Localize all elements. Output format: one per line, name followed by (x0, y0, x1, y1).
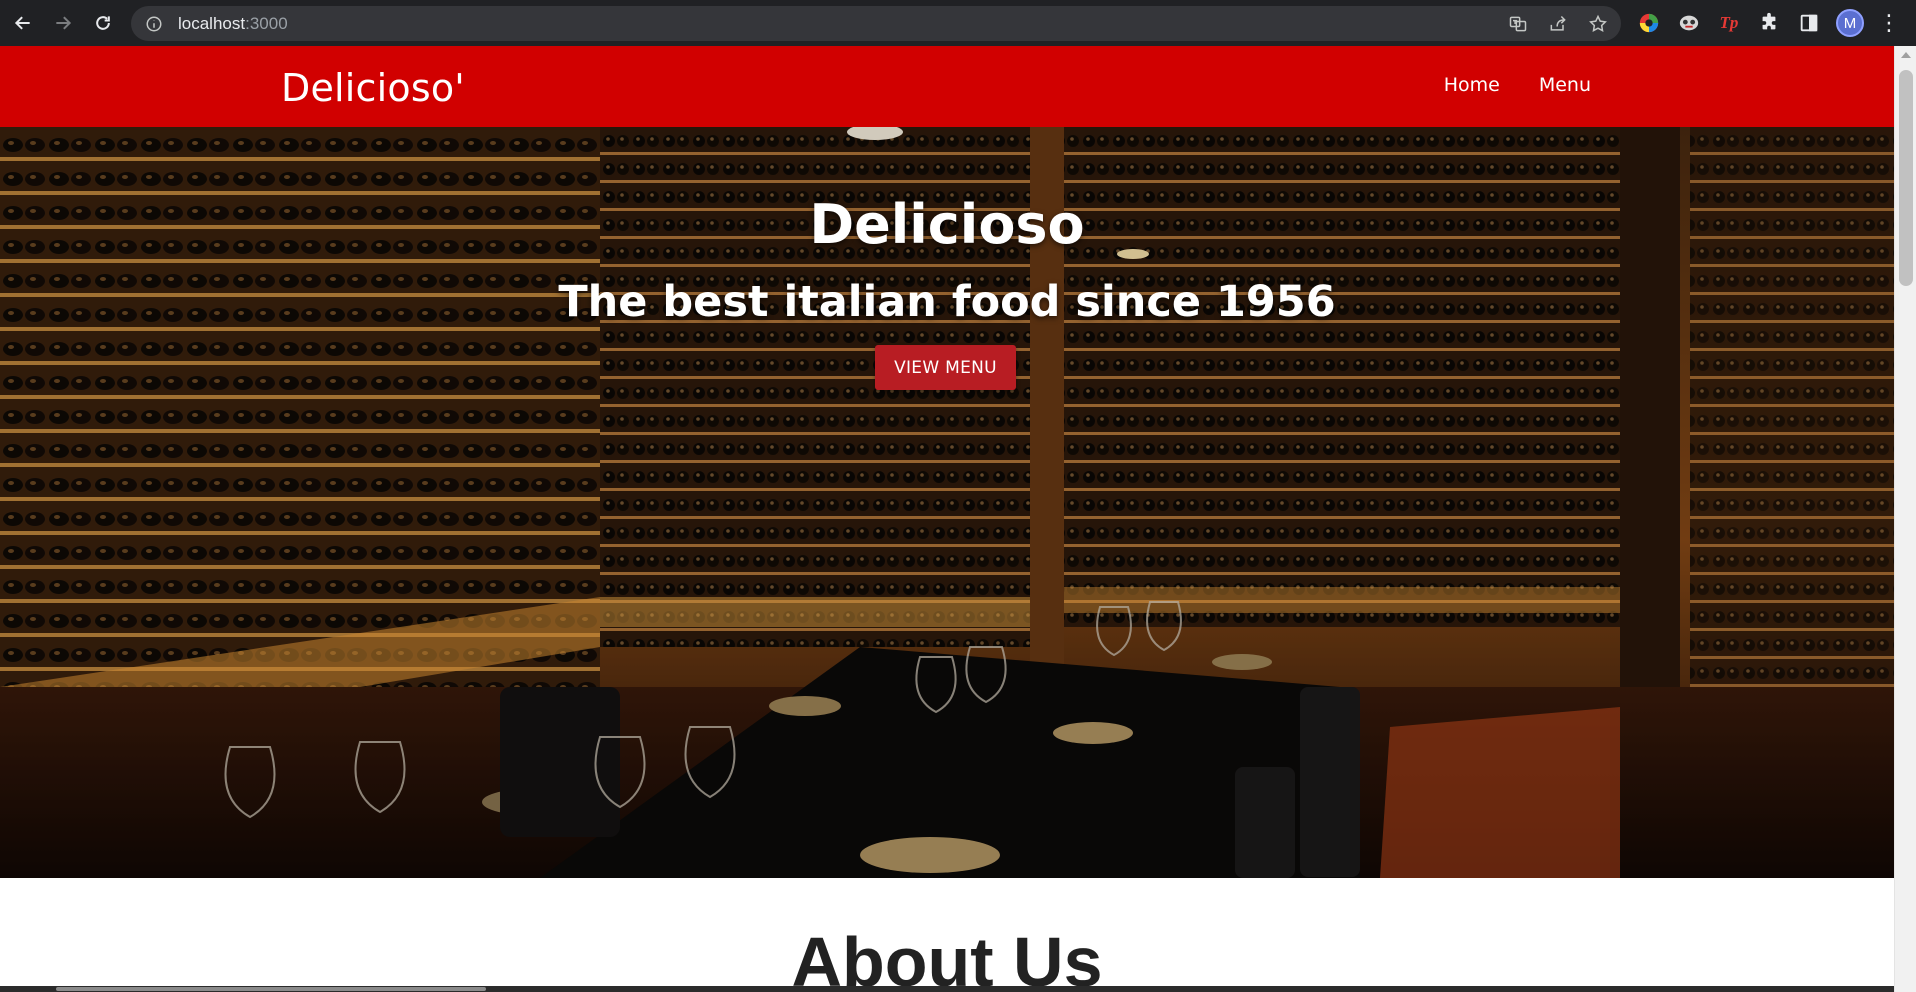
nav-link-home[interactable]: Home (1444, 74, 1500, 96)
address-bar[interactable]: localhost:3000 (131, 6, 1621, 41)
hero-title: Delicioso (809, 193, 1085, 256)
view-menu-button[interactable]: VIEW MENU (875, 345, 1016, 390)
url-port: :3000 (245, 13, 288, 33)
info-icon[interactable] (145, 15, 163, 33)
page-viewport: Delicioso' Home Menu Delicioso The best … (0, 46, 1916, 992)
site-nav: Home Menu (1444, 74, 1591, 96)
profile-avatar[interactable]: M (1836, 9, 1864, 37)
extensions-area: Tp M ⋮ (1636, 0, 1900, 46)
translate-icon[interactable] (1507, 13, 1529, 35)
page-scrollbar[interactable] (1894, 46, 1916, 992)
browser-menu-icon[interactable]: ⋮ (1878, 12, 1900, 34)
nav-link-menu[interactable]: Menu (1539, 74, 1591, 96)
site-brand[interactable]: Delicioso' (281, 66, 465, 110)
arrow-left-icon (14, 16, 30, 30)
taskbar-strip (0, 986, 1894, 992)
scrollbar-thumb[interactable] (1899, 70, 1913, 286)
url-host: localhost (178, 13, 246, 33)
hero-subtitle: The best italian food since 1956 (558, 277, 1336, 327)
back-button[interactable] (3, 0, 43, 46)
page-content: Delicioso' Home Menu Delicioso The best … (0, 46, 1894, 992)
share-icon[interactable] (1547, 13, 1569, 35)
site-header: Delicioso' Home Menu (0, 46, 1894, 127)
taskbar-indicator (56, 987, 486, 991)
reload-button[interactable] (83, 0, 123, 46)
reload-icon (96, 16, 110, 30)
side-panel-icon[interactable] (1796, 10, 1822, 36)
browser-toolbar: localhost:3000 Tp M ⋮ (0, 0, 1916, 46)
color-wheel-extension-icon[interactable] (1636, 10, 1662, 36)
url-text: localhost:3000 (178, 14, 288, 34)
about-us-heading: About Us (791, 923, 1103, 992)
omnibox-actions (1507, 6, 1609, 41)
forward-button[interactable] (43, 0, 83, 46)
star-icon[interactable] (1587, 13, 1609, 35)
tp-extension-icon[interactable]: Tp (1716, 10, 1742, 36)
hero-section: Delicioso The best italian food since 19… (0, 127, 1894, 878)
scroll-up-arrow-icon[interactable] (1901, 52, 1911, 58)
puzzle-extensions-icon[interactable] (1756, 10, 1782, 36)
mask-extension-icon[interactable] (1676, 10, 1702, 36)
arrow-right-icon (56, 16, 72, 30)
